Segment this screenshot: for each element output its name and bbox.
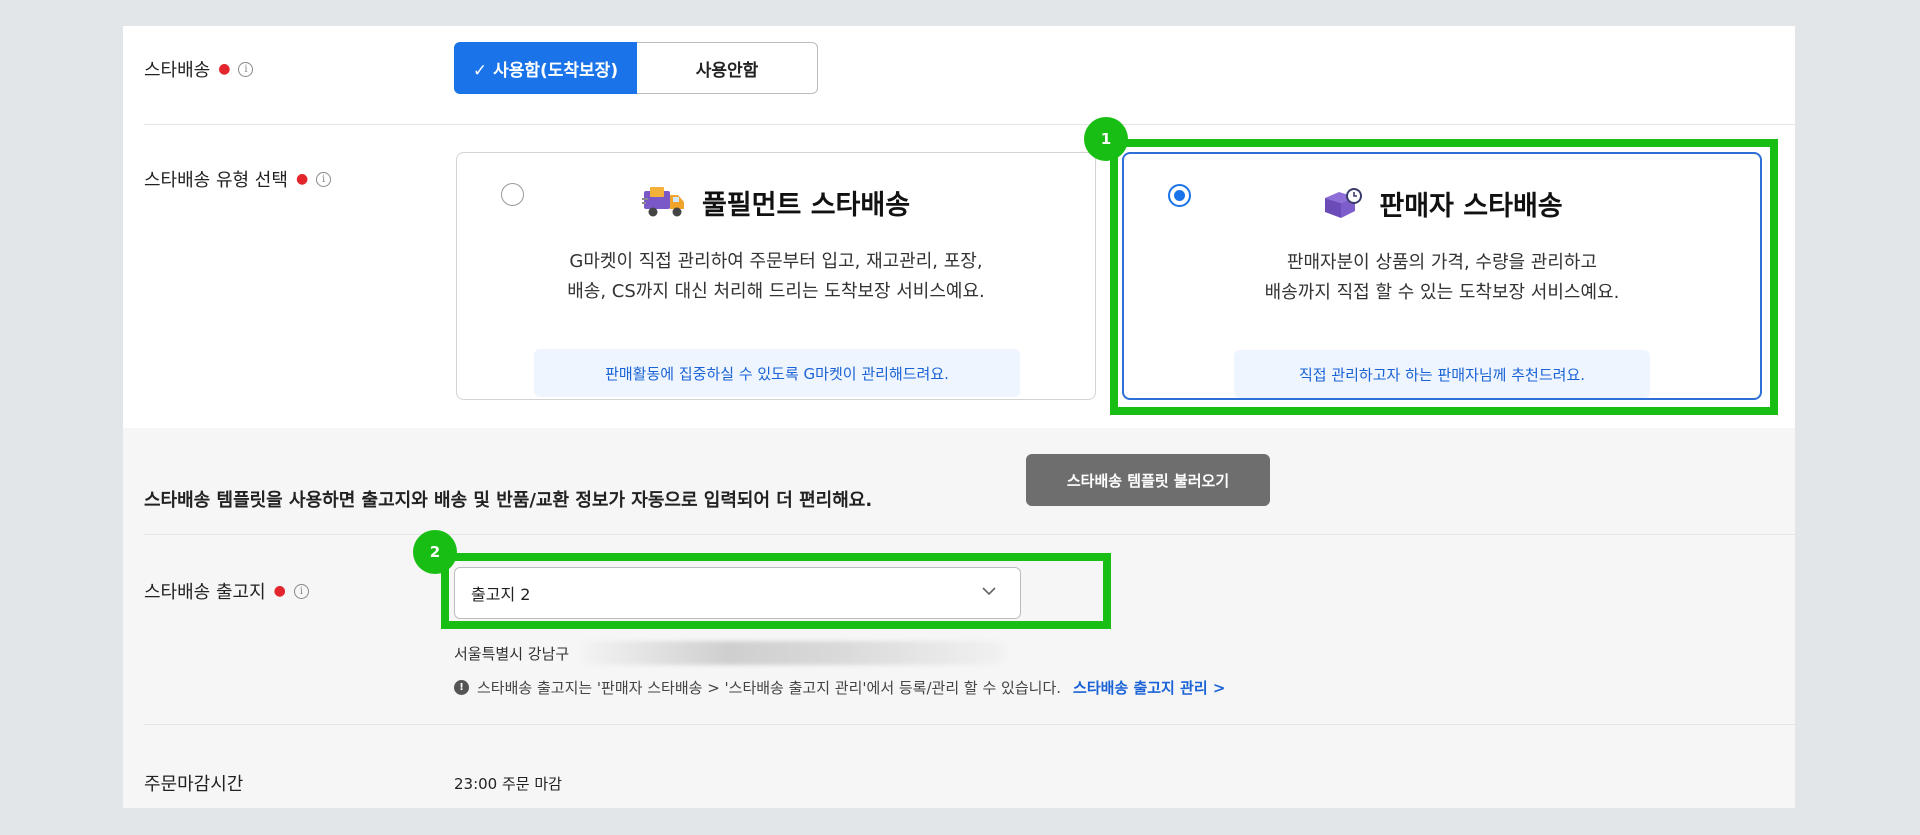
deadline-value: 23:00 주문 마감 (454, 775, 562, 793)
seller-star-delivery-card[interactable]: 판매자 스타배송 판매자분이 상품의 가격, 수량을 관리하고 배송까지 직접 … (1122, 152, 1762, 400)
seller-card-title: 판매자 스타배송 (1379, 191, 1563, 222)
notice-info-icon: ! (454, 680, 469, 695)
load-template-button[interactable]: 스타배송 템플릿 불러오기 (1026, 454, 1270, 506)
type-select-label: 스타배송 유형 선택 (144, 170, 288, 191)
divider (144, 124, 1795, 125)
fulfillment-desc-line-1: G마켓이 직접 관리하여 주문부터 입고, 재고관리, 포장, (569, 251, 983, 272)
template-description: 스타배송 템플릿을 사용하면 출고지와 배송 및 반품/교환 정보가 자동으로 … (144, 490, 873, 511)
info-icon[interactable]: i (293, 583, 309, 599)
info-icon[interactable]: i (316, 171, 332, 187)
fulfillment-star-delivery-card[interactable]: 풀필먼트 스타배송 G마켓이 직접 관리하여 주문부터 입고, 재고관리, 포장… (456, 152, 1096, 400)
fulfillment-desc-line-2: 배송, CS까지 대신 처리해 드리는 도착보장 서비스예요. (567, 281, 985, 302)
divider (144, 534, 1795, 535)
required-dot: ● (295, 171, 309, 187)
info-icon[interactable]: i (238, 61, 254, 77)
seller-desc-line-1: 판매자분이 상품의 가격, 수량을 관리하고 (1286, 252, 1598, 273)
fulfillment-card-title: 풀필먼트 스타배송 (701, 190, 911, 221)
warehouse-label: 스타배송 출고지 (144, 582, 266, 603)
seller-desc-line-2: 배송까지 직접 할 수 있는 도착보장 서비스예요. (1264, 282, 1620, 303)
warehouse-address: 서울특별시 강남구 (454, 644, 570, 663)
truck-icon (641, 185, 688, 221)
seller-card-title-row: 판매자 스타배송 (1124, 184, 1760, 223)
use-star-delivery-button[interactable]: ✓ 사용함(도착보장) (454, 42, 637, 94)
star-delivery-toggle: ✓ 사용함(도착보장) 사용안함 (454, 42, 818, 94)
divider (144, 724, 1795, 725)
fulfillment-card-tip: 판매활동에 집중하실 수 있도록 G마켓이 관리해드려요. (534, 349, 1020, 397)
step-badge-2: 2 (413, 530, 457, 574)
warehouse-select[interactable]: 출고지 2 (454, 567, 1021, 619)
star-delivery-label: 스타배송 (144, 60, 211, 81)
deadline-label: 주문마감시간 (144, 774, 244, 795)
step-badge-1: 1 (1084, 117, 1128, 161)
warehouse-label-row: 스타배송 출고지 ● i (144, 578, 309, 604)
deadline-label-row: 주문마감시간 (144, 770, 243, 796)
fulfillment-card-description: G마켓이 직접 관리하여 주문부터 입고, 재고관리, 포장, 배송, CS까지… (457, 247, 1095, 307)
warehouse-notice-text: 스타배송 출고지는 '판매자 스타배송 > '스타배송 출고지 관리'에서 등록… (477, 679, 1062, 697)
star-delivery-label-row: 스타배송 ● i (144, 56, 254, 82)
required-dot: ● (218, 61, 231, 77)
type-select-label-row: 스타배송 유형 선택 ● i (144, 166, 332, 192)
seller-card-tip: 직접 관리하고자 하는 판매자님께 추천드려요. (1234, 350, 1650, 398)
star-delivery-settings-panel: 스타배송 ● i ✓ 사용함(도착보장) 사용안함 스타배송 유형 선택 ● i (123, 26, 1795, 808)
box-clock-icon (1321, 186, 1365, 222)
required-dot: ● (273, 583, 286, 599)
not-use-star-delivery-button[interactable]: 사용안함 (637, 42, 818, 94)
warehouse-management-link[interactable]: 스타배송 출고지 관리 > (1073, 677, 1225, 698)
chevron-down-icon (980, 582, 998, 600)
blurred-address-detail (579, 641, 1008, 665)
warehouse-select-value: 출고지 2 (471, 585, 531, 604)
seller-card-description: 판매자분이 상품의 가격, 수량을 관리하고 배송까지 직접 할 수 있는 도착… (1124, 248, 1760, 308)
warehouse-notice-row: ! 스타배송 출고지는 '판매자 스타배송 > '스타배송 출고지 관리'에서 … (454, 677, 1225, 698)
warehouse-address-row: 서울특별시 강남구 (454, 641, 1008, 665)
fulfillment-card-title-row: 풀필먼트 스타배송 (457, 183, 1095, 222)
